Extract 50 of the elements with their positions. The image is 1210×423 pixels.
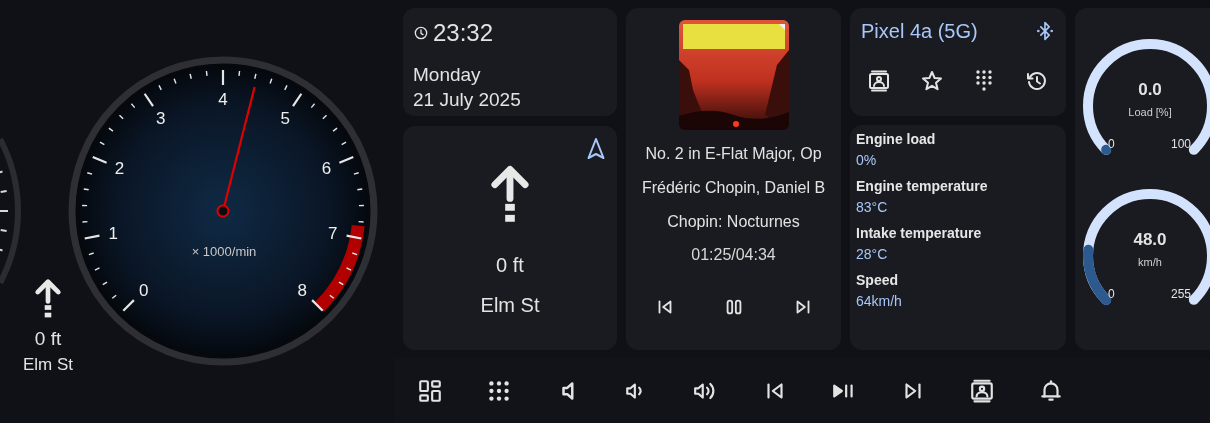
gauge-unit: km/h: [1137, 255, 1163, 269]
gauge-unit: Load [%]: [1127, 105, 1173, 119]
reading-label: Intake temperature: [856, 224, 983, 243]
straight-arrow-icon: [488, 164, 532, 225]
reading-value: 28°C: [856, 245, 889, 264]
album-name: Chopin: Nocturnes: [667, 212, 800, 232]
scale-label: 5: [280, 108, 290, 128]
star-icon: [919, 69, 944, 93]
bluetooth-icon: [1035, 21, 1055, 41]
clock-icon: [413, 25, 429, 41]
needle-hub: [216, 204, 230, 218]
reading-label: Engine temperature: [856, 177, 989, 196]
gauge-value: 48.0: [1132, 230, 1168, 250]
speaker-icon: [560, 380, 575, 401]
contact-card-icon: [968, 377, 995, 404]
distance-label: 0 ft: [34, 327, 62, 352]
scale-label: 1: [108, 223, 118, 243]
scale-label: 8: [297, 281, 307, 301]
weekday-label: Monday: [413, 63, 482, 87]
reading-value: 0%: [856, 151, 878, 170]
straight-arrow-icon: [33, 278, 63, 320]
gauge-max: 255: [1171, 287, 1192, 301]
reading-value: 64km/h: [856, 292, 903, 311]
track-position: 01:25/04:34: [691, 245, 776, 265]
distance-label: 0 ft: [496, 252, 524, 277]
scale-label: 4: [218, 90, 228, 109]
track-title: No. 2 in E-Flat Major, Op: [645, 144, 822, 164]
track-artist: Frédéric Chopin, Daniel B: [641, 178, 826, 198]
scale-label: 3: [156, 108, 166, 128]
gauge-min: 0: [1108, 287, 1115, 301]
gauge-value: 0.0: [1137, 80, 1163, 100]
street-label: Elm St: [22, 354, 74, 377]
contact-card-icon: [867, 69, 891, 93]
unit-label: × 1000/min: [191, 244, 257, 259]
gauge-max: 100: [1171, 137, 1192, 151]
date-label: 21 July 2025: [413, 88, 522, 112]
dashboard-icon: [416, 377, 443, 404]
contacts-button[interactable]: [866, 68, 892, 94]
scale-label: 6: [321, 159, 332, 179]
reading-label: Speed: [856, 271, 899, 290]
scale-label: 7: [328, 223, 338, 243]
scale-label: 0: [139, 281, 149, 301]
reading-label: Engine load: [856, 130, 937, 149]
street-label: Elm St: [480, 292, 540, 317]
gauge-min: 0: [1108, 137, 1115, 151]
clock-time: 23:32: [433, 20, 494, 46]
scale-label: 2: [114, 159, 125, 179]
history-icon: [1024, 69, 1049, 93]
reading-value: 83°C: [856, 198, 889, 217]
device-name: Pixel 4a (5G): [861, 19, 978, 44]
